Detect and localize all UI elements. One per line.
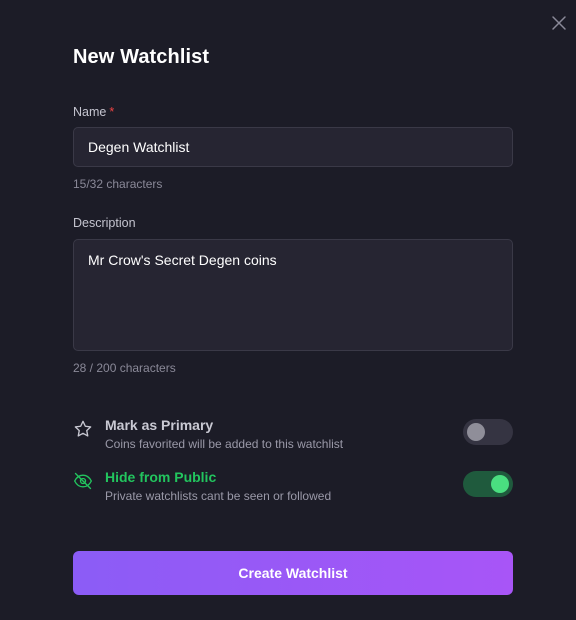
- description-label: Description: [73, 216, 136, 230]
- toggle-knob: [491, 475, 509, 493]
- name-label-text: Name: [73, 105, 107, 119]
- create-watchlist-button[interactable]: Create Watchlist: [73, 551, 513, 595]
- new-watchlist-modal: New Watchlist Name* 15/32 characters Des…: [0, 0, 576, 620]
- mark-primary-title: Mark as Primary: [105, 417, 214, 433]
- eye-off-icon: [73, 471, 93, 491]
- name-char-counter: 15/32 characters: [73, 177, 163, 191]
- mark-primary-option: Mark as Primary Coins favorited will be …: [73, 417, 513, 457]
- modal-title: New Watchlist: [73, 46, 210, 68]
- name-label: Name *: [73, 105, 114, 119]
- description-char-counter: 28 / 200 characters: [73, 361, 176, 375]
- hide-public-subtitle: Private watchlists cant be seen or follo…: [105, 489, 332, 503]
- name-input[interactable]: [73, 127, 513, 167]
- close-icon[interactable]: [550, 14, 568, 32]
- mark-primary-toggle[interactable]: [463, 419, 513, 445]
- required-marker: *: [109, 105, 115, 119]
- hide-public-option: Hide from Public Private watchlists cant…: [73, 469, 513, 509]
- description-textarea[interactable]: Mr Crow's Secret Degen coins: [73, 239, 513, 351]
- hide-public-toggle[interactable]: [463, 471, 513, 497]
- star-icon: [73, 419, 93, 439]
- hide-public-title: Hide from Public: [105, 469, 217, 485]
- toggle-knob: [467, 423, 485, 441]
- mark-primary-subtitle: Coins favorited will be added to this wa…: [105, 437, 344, 451]
